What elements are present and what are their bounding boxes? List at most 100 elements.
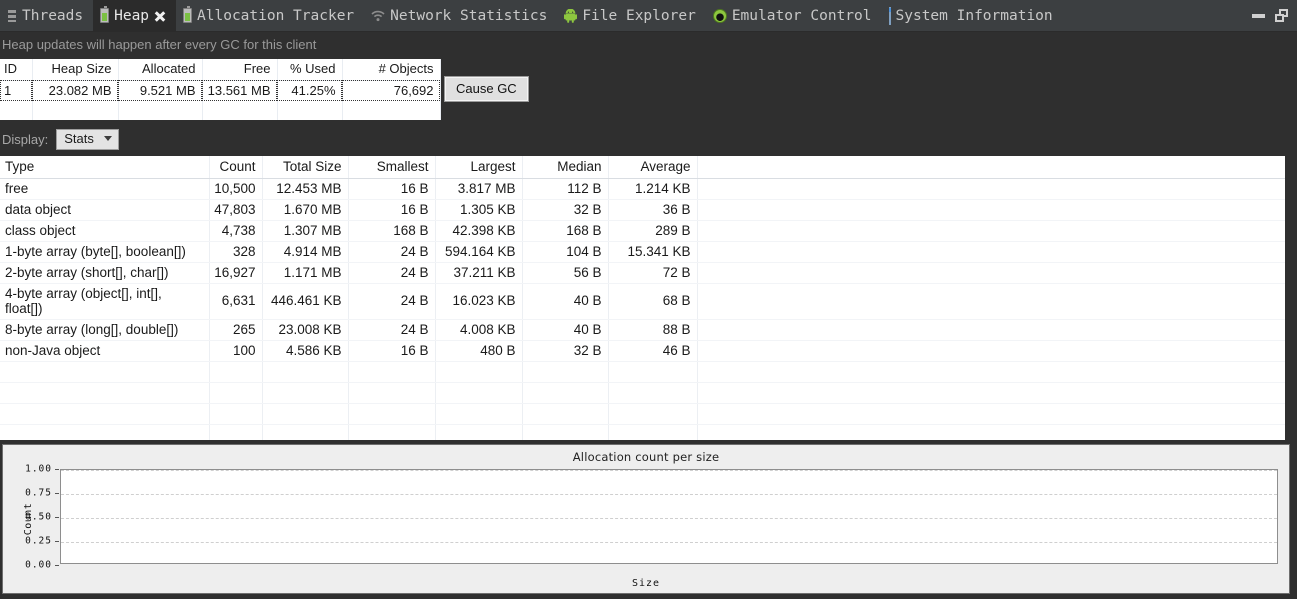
- cell-count: 4,738: [209, 220, 263, 242]
- close-icon[interactable]: [154, 10, 166, 22]
- cell-count: 328: [209, 241, 263, 263]
- cell-type: 4-byte array (object[], int[], float[]): [0, 283, 210, 320]
- column-header-filler: [697, 156, 1285, 179]
- cell-smallest: 24 B: [348, 319, 436, 341]
- chart-title: Allocation count per size: [572, 450, 720, 464]
- cell-smallest: 16 B: [348, 340, 436, 362]
- cell-average: 15.341 KB: [608, 241, 698, 263]
- table-header-row: ID Heap Size Allocated Free % Used # Obj…: [0, 59, 441, 81]
- tab-label: Emulator Control: [731, 7, 872, 24]
- cell-average: 72 B: [608, 262, 698, 284]
- cell-total-size: 12.453 MB: [262, 178, 349, 200]
- table-row[interactable]: class object 4,738 1.307 MB 168 B 42.398…: [0, 220, 1285, 242]
- tab-label: File Explorer: [582, 7, 696, 24]
- window-icon: [888, 6, 891, 25]
- column-header-average[interactable]: Average: [608, 156, 698, 179]
- cell-count: 47,803: [209, 199, 263, 221]
- heap-stats-table[interactable]: Type Count Total Size Smallest Largest M…: [0, 156, 1285, 440]
- cell-smallest: 16 B: [348, 178, 436, 200]
- cell-id: 1: [0, 80, 33, 101]
- column-header-id[interactable]: ID: [0, 59, 33, 81]
- tab-label: Heap: [114, 7, 150, 24]
- cell-largest: 4.008 KB: [435, 319, 523, 341]
- tab-file-explorer[interactable]: File Explorer: [557, 0, 706, 31]
- column-header-largest[interactable]: Largest: [435, 156, 523, 179]
- minimize-button[interactable]: [1252, 9, 1265, 22]
- allocation-chart[interactable]: Allocation count per size Count 1.00 0.7…: [2, 444, 1290, 594]
- column-header-type[interactable]: Type: [0, 156, 210, 179]
- table-row[interactable]: free 10,500 12.453 MB 16 B 3.817 MB 112 …: [0, 178, 1285, 200]
- table-row-empty: [0, 403, 1285, 425]
- window-controls: [1252, 0, 1297, 31]
- cause-gc-button[interactable]: Cause GC: [444, 76, 529, 102]
- display-select-value: Stats: [64, 131, 94, 146]
- cell-largest: 480 B: [435, 340, 523, 362]
- cell-type: class object: [0, 220, 210, 242]
- cell-largest: 594.164 KB: [435, 241, 523, 263]
- column-header-heap-size[interactable]: Heap Size: [32, 59, 119, 81]
- table-row[interactable]: data object 47,803 1.670 MB 16 B 1.305 K…: [0, 199, 1285, 221]
- column-header-median[interactable]: Median: [522, 156, 609, 179]
- cell-largest: 1.305 KB: [435, 199, 523, 221]
- column-header-smallest[interactable]: Smallest: [348, 156, 436, 179]
- display-select[interactable]: Stats: [56, 128, 119, 150]
- tab-system-information[interactable]: System Information: [882, 0, 1063, 31]
- y-tick-label: 0.00: [25, 559, 52, 571]
- cell-total-size: 23.008 KB: [262, 319, 349, 341]
- chart-x-axis-label: Size: [631, 578, 661, 589]
- table-row[interactable]: 2-byte array (short[], char[]) 16,927 1.…: [0, 262, 1285, 284]
- tab-allocation-tracker[interactable]: Allocation Tracker: [176, 0, 364, 31]
- column-header-count[interactable]: Count: [209, 156, 263, 179]
- column-header-allocated[interactable]: Allocated: [118, 59, 203, 81]
- cell-filler: [697, 283, 1285, 320]
- cell-smallest: 168 B: [348, 220, 436, 242]
- display-label: Display:: [2, 131, 49, 147]
- grid-line: [61, 542, 1277, 543]
- tab-label: Threads: [22, 7, 84, 24]
- tab-emulator-control[interactable]: Emulator Control: [706, 0, 882, 31]
- cell-filler: [697, 262, 1285, 284]
- column-header-percent-used[interactable]: % Used: [277, 59, 343, 81]
- cell-total-size: 1.670 MB: [262, 199, 349, 221]
- column-header-num-objects[interactable]: # Objects: [342, 59, 441, 81]
- table-row-empty: [0, 361, 1285, 383]
- cell-total-size: 1.171 MB: [262, 262, 349, 284]
- restore-button[interactable]: [1275, 9, 1288, 22]
- heap-summary-table[interactable]: ID Heap Size Allocated Free % Used # Obj…: [0, 59, 441, 120]
- cell-smallest: 24 B: [348, 262, 436, 284]
- table-row[interactable]: 8-byte array (long[], double[]) 265 23.0…: [0, 319, 1285, 341]
- cell-filler: [697, 319, 1285, 341]
- cell-median: 56 B: [522, 262, 609, 284]
- wifi-icon: [371, 10, 385, 22]
- display-selector-row: Display: Stats: [0, 127, 119, 151]
- grid-line: [61, 470, 1277, 471]
- cell-filler: [697, 178, 1285, 200]
- cell-type: data object: [0, 199, 210, 221]
- cell-median: 40 B: [522, 319, 609, 341]
- tab-heap[interactable]: Heap: [93, 0, 177, 31]
- tab-threads[interactable]: Threads: [0, 0, 93, 31]
- tab-label: System Information: [895, 7, 1053, 24]
- column-header-total-size[interactable]: Total Size: [262, 156, 349, 179]
- cell-count: 16,927: [209, 262, 263, 284]
- tab-network-statistics[interactable]: Network Statistics: [364, 0, 557, 31]
- cell-total-size: 4.586 KB: [262, 340, 349, 362]
- cell-heap-size: 23.082 MB: [32, 80, 119, 101]
- cell-median: 168 B: [522, 220, 609, 242]
- table-header-row: Type Count Total Size Smallest Largest M…: [0, 156, 1285, 179]
- tab-label: Network Statistics: [390, 7, 548, 24]
- cell-type: 8-byte array (long[], double[]): [0, 319, 210, 341]
- cell-total-size: 446.461 KB: [262, 283, 349, 320]
- table-row[interactable]: non-Java object 100 4.586 KB 16 B 480 B …: [0, 340, 1285, 362]
- table-row[interactable]: 1-byte array (byte[], boolean[]) 328 4.9…: [0, 241, 1285, 263]
- y-tick-label: 0.25: [25, 535, 52, 547]
- cell-median: 32 B: [522, 340, 609, 362]
- table-row[interactable]: 1 23.082 MB 9.521 MB 13.561 MB 41.25% 76…: [0, 80, 441, 101]
- cell-count: 6,631: [209, 283, 263, 320]
- table-row[interactable]: 4-byte array (object[], int[], float[]) …: [0, 283, 1285, 320]
- column-header-free[interactable]: Free: [202, 59, 278, 81]
- cell-total-size: 4.914 MB: [262, 241, 349, 263]
- android-icon: [564, 8, 578, 23]
- cell-average: 289 B: [608, 220, 698, 242]
- grid-line: [61, 494, 1277, 495]
